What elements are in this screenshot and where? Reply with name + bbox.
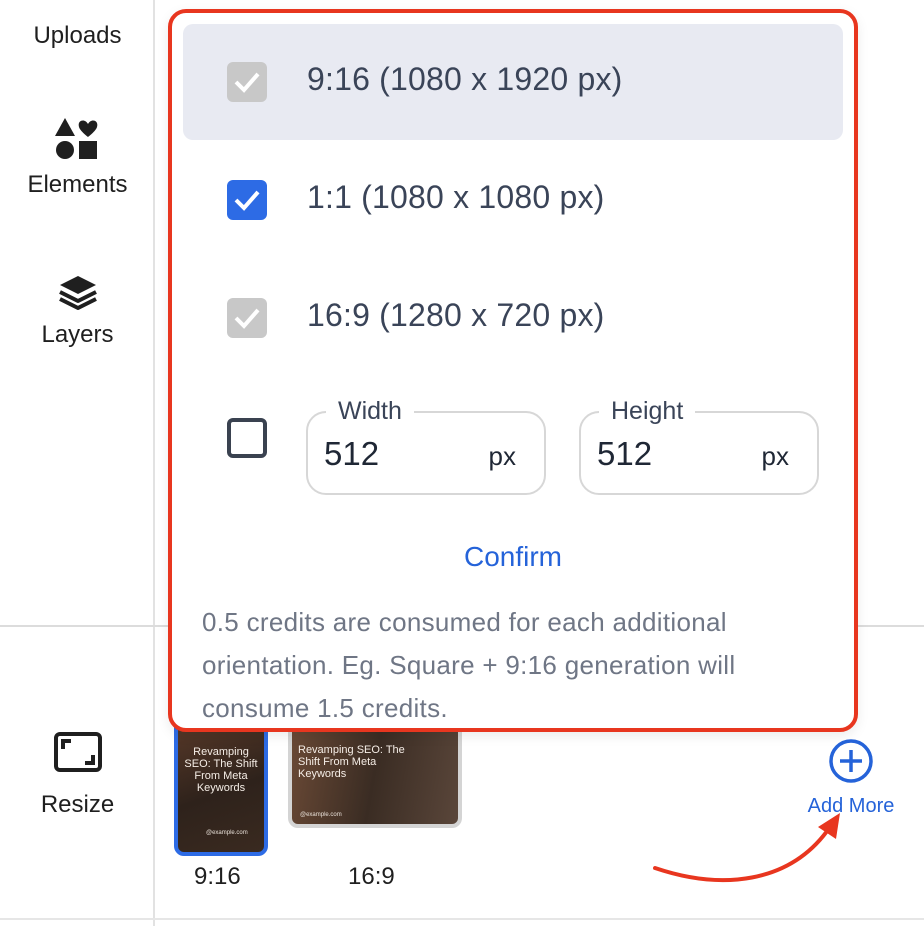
sidebar-item-layers[interactable]: Layers <box>0 274 155 349</box>
checkbox-1-1[interactable] <box>227 180 267 220</box>
plus-circle-icon <box>829 739 873 783</box>
thumbnail-caption: 9:16 <box>194 863 241 890</box>
thumbnail-9-16[interactable]: Revamping SEO: The Shift From Meta Keywo… <box>174 712 268 856</box>
credits-note: 0.5 credits are consumed for each additi… <box>202 607 736 723</box>
resize-icon <box>0 732 155 777</box>
thumbnail-footer: @example.com <box>206 830 248 836</box>
height-field[interactable]: Height px <box>579 397 819 495</box>
option-label: 9:16 (1080 x 1920 px) <box>307 61 623 97</box>
width-input[interactable] <box>324 435 454 473</box>
divider <box>0 918 924 920</box>
option-1-1[interactable]: 1:1 (1080 x 1080 px) <box>183 142 843 258</box>
sidebar-item-label: Elements <box>27 171 128 198</box>
sidebar-item-elements[interactable]: Elements <box>0 118 155 199</box>
option-16-9[interactable]: 16:9 (1280 x 720 px) <box>183 260 843 376</box>
sidebar-item-label: Uploads <box>33 22 122 49</box>
shapes-icon <box>0 118 155 165</box>
height-input[interactable] <box>597 435 727 473</box>
check-icon <box>234 190 260 211</box>
option-label: 16:9 (1280 x 720 px) <box>307 297 605 333</box>
check-icon <box>234 72 260 93</box>
height-unit: px <box>761 441 789 471</box>
sidebar-item-uploads[interactable]: Uploads <box>0 22 155 50</box>
checkbox-16-9[interactable] <box>227 298 267 338</box>
thumbnail-footer: @example.com <box>300 812 342 818</box>
option-label: 1:1 (1080 x 1080 px) <box>307 179 605 215</box>
checkbox-9-16[interactable] <box>227 62 267 102</box>
left-sidebar: Uploads Elements Layers Resize <box>0 0 155 926</box>
width-unit: px <box>488 441 516 471</box>
sidebar-item-label: Layers <box>41 321 114 348</box>
checkbox-custom-size[interactable] <box>227 418 267 458</box>
annotation-arrow-icon <box>653 813 840 883</box>
confirm-button[interactable]: Confirm <box>172 541 854 573</box>
width-field[interactable]: Width px <box>306 397 546 495</box>
sidebar-item-label: Resize <box>40 791 115 818</box>
width-label: Width <box>326 397 414 426</box>
layers-icon <box>0 274 155 315</box>
resize-options-popup: 9:16 (1080 x 1920 px) 1:1 (1080 x 1080 p… <box>168 9 858 732</box>
check-icon <box>234 308 260 329</box>
thumbnail-title: Revamping SEO: The Shift From Meta Keywo… <box>184 746 258 794</box>
thumbnail-caption: 16:9 <box>348 863 395 890</box>
sidebar-item-resize[interactable]: Resize <box>0 732 155 819</box>
option-9-16[interactable]: 9:16 (1080 x 1920 px) <box>183 24 843 140</box>
thumbnail-title: Revamping SEO: The Shift From Meta Keywo… <box>298 744 405 780</box>
height-label: Height <box>599 397 696 426</box>
